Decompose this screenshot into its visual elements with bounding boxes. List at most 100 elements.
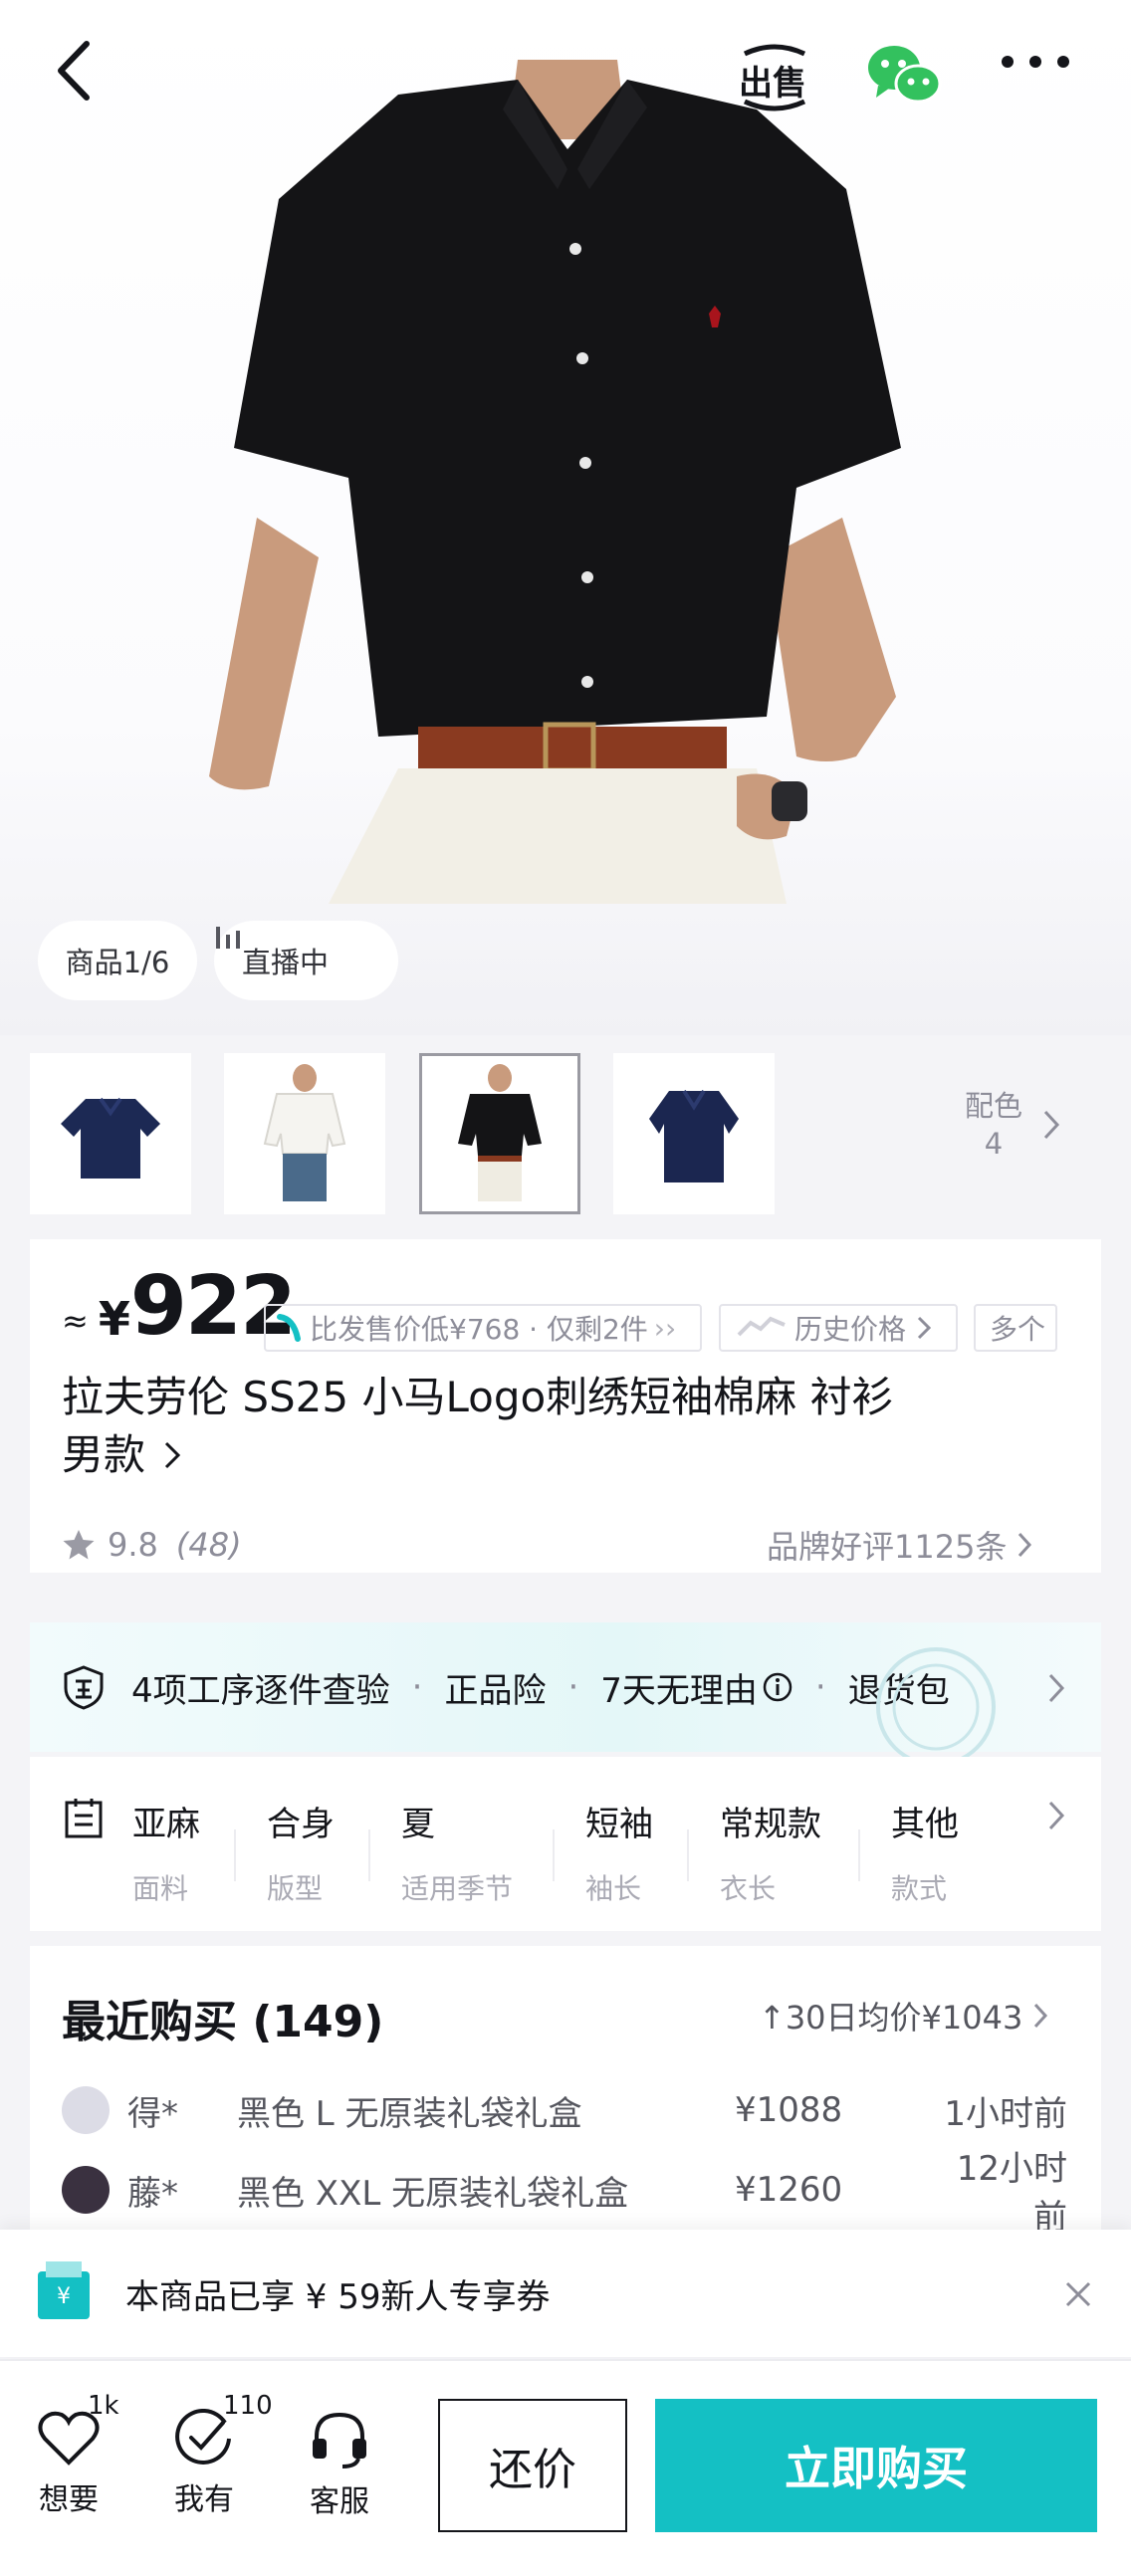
chevron-right-icon (1034, 2003, 1048, 2029)
variant-thumb-1[interactable] (30, 1053, 191, 1214)
share-wechat-button[interactable] (866, 42, 946, 115)
chevron-right-icon (1048, 1801, 1065, 1830)
product-hero-image[interactable]: 出售 商品1/6 直播中 (0, 0, 1131, 1035)
want-count: 1k (88, 2391, 119, 2421)
attribute-style: 其他 款式 (891, 1797, 959, 1907)
attribute-season: 夏 适用季节 (401, 1797, 513, 1907)
purchase-time: 1小时前 (944, 2093, 1067, 2134)
attribute-value: 亚麻 (132, 1805, 200, 1844)
coupon-bag-icon: ¥ (38, 2261, 90, 2319)
divider (368, 1829, 370, 1881)
approx-sign: ≈ (62, 1302, 89, 1340)
product-title[interactable]: 拉夫劳伦 SS25 小马Logo刺绣短袖棉麻 衬衫 男款 (62, 1369, 1057, 1484)
star-icon (63, 1530, 95, 1560)
divider (858, 1829, 860, 1881)
attribute-value: 夏 (401, 1805, 435, 1844)
dot-separator: · (814, 1667, 826, 1707)
purchase-row: 藤* 黑色 XXL 无原装礼袋礼盒 ¥1260 12小时前 (62, 2149, 1067, 2238)
bargain-label: 还价 (489, 2445, 576, 2495)
sell-icon: 出售 (737, 40, 812, 115)
attribute-value: 合身 (267, 1805, 335, 1844)
wechat-icon (868, 46, 942, 104)
attribute-value: 短袖 (585, 1805, 653, 1844)
rating-row[interactable]: 9.8 (48) (62, 1523, 242, 1567)
dot-separator: · (411, 1667, 423, 1707)
divider (687, 1829, 689, 1881)
want-button[interactable]: 想要 (24, 2409, 113, 2518)
purchase-row: 得* 黑色 L 无原装礼袋礼盒 ¥1088 1小时前 (62, 2080, 1067, 2140)
attribute-key: 适用季节 (401, 1872, 514, 1905)
white-shirt-model-image (263, 1064, 346, 1201)
attribute-fabric: 亚麻 面料 (132, 1797, 200, 1907)
guarantee-item-return: 7天无理由 (600, 1670, 758, 1711)
product-title-line1: 拉夫劳伦 SS25 小马Logo刺绣短袖棉麻 衬衫 (62, 1373, 894, 1421)
purchase-user: 藤* (127, 2173, 178, 2214)
chevron-right-icon (1018, 1532, 1032, 1558)
attribute-key: 衣长 (720, 1872, 777, 1905)
variant-thumb-4[interactable] (613, 1053, 775, 1214)
more-dots-icon (1002, 56, 1069, 68)
purchase-spec: 黑色 XXL 无原装礼袋礼盒 (237, 2173, 629, 2214)
buy-now-label: 立即购买 (785, 2442, 968, 2495)
coupon-text: 本商品已享 ¥ 59新人专享券 (125, 2277, 551, 2317)
avg-price-text: ↑30日均价¥1043 (759, 1999, 1023, 2037)
color-options-button[interactable]: 配色 4 (956, 1087, 1065, 1177)
divider (553, 1829, 555, 1881)
service-label: 客服 (310, 2484, 369, 2519)
chevron-right-icon (1048, 1673, 1065, 1703)
want-label: 想要 (39, 2482, 99, 2517)
promo-text: 比发售价低¥768 · 仅剩2件 (310, 1313, 648, 1346)
sell-button[interactable]: 出售 (735, 38, 814, 117)
more-tag[interactable]: 多个 (974, 1304, 1057, 1352)
product-counter: 商品1/6 (65, 946, 170, 979)
info-icon[interactable] (762, 1671, 793, 1703)
down-arrow-icon (277, 1314, 301, 1342)
product-counter-pill: 商品1/6 (38, 921, 197, 1000)
attribute-sleeve: 短袖 袖长 (585, 1797, 653, 1907)
guarantee-item-inspection: 4项工序逐件查验 (131, 1670, 390, 1711)
chevron-right-icon (1043, 1110, 1060, 1140)
attribute-length: 常规款 衣长 (720, 1797, 821, 1907)
chevron-right-icon (164, 1441, 181, 1469)
promo-tag[interactable]: 比发售价低¥768 · 仅剩2件 ›› (264, 1304, 702, 1352)
attribute-key: 袖长 (585, 1872, 642, 1905)
color-options-label: 配色 (964, 1089, 1022, 1123)
variant-thumb-2[interactable] (224, 1053, 385, 1214)
purchase-spec: 黑色 L 无原装礼袋礼盒 (237, 2093, 582, 2134)
purchase-price: ¥1260 (735, 2170, 843, 2210)
have-label: 我有 (174, 2482, 234, 2517)
live-label: 直播中 (242, 946, 330, 979)
attribute-key: 版型 (267, 1872, 324, 1905)
color-options-count: 4 (984, 1127, 1004, 1161)
chevron-right-icon (917, 1316, 932, 1340)
bargain-button[interactable]: 还价 (438, 2399, 627, 2532)
avatar (62, 2166, 110, 2214)
rating-score: 9.8 (108, 1526, 158, 1564)
variant-thumb-3[interactable] (419, 1053, 580, 1214)
price-history-tag[interactable]: 历史价格 (719, 1304, 958, 1352)
attribute-fit: 合身 版型 (267, 1797, 335, 1907)
have-count: 110 (223, 2391, 273, 2421)
brand-reviews-text: 品牌好评1125条 (767, 1528, 1008, 1566)
close-icon[interactable] (1063, 2279, 1093, 2309)
avatar (62, 2086, 110, 2134)
customer-service-button[interactable]: 客服 (295, 2409, 384, 2520)
sell-label: 出售 (739, 64, 806, 104)
chevron-left-icon (58, 41, 90, 101)
buy-now-button[interactable]: 立即购买 (655, 2399, 1097, 2532)
brand-reviews-link[interactable]: 品牌好评1125条 (767, 1523, 1032, 1567)
more-tag-text: 多个 (990, 1313, 1046, 1346)
product-title-line2: 男款 (62, 1430, 146, 1479)
live-pill[interactable]: 直播中 (214, 921, 398, 1000)
shield-check-icon (64, 1665, 104, 1710)
recent-purchases-title: 最近购买 (149) (62, 1997, 384, 2047)
back-button[interactable] (55, 40, 114, 119)
purchase-user: 得* (127, 2093, 178, 2134)
svg-text:¥: ¥ (57, 2284, 71, 2309)
have-button[interactable]: 我有 (159, 2408, 249, 2518)
authentic-stamp-icon (876, 1647, 996, 1767)
currency-symbol: ¥ (98, 1292, 130, 1346)
avg-price-link[interactable]: ↑30日均价¥1043 (759, 1991, 1048, 2040)
more-button[interactable] (1001, 55, 1080, 105)
dot-separator: · (567, 1667, 579, 1707)
